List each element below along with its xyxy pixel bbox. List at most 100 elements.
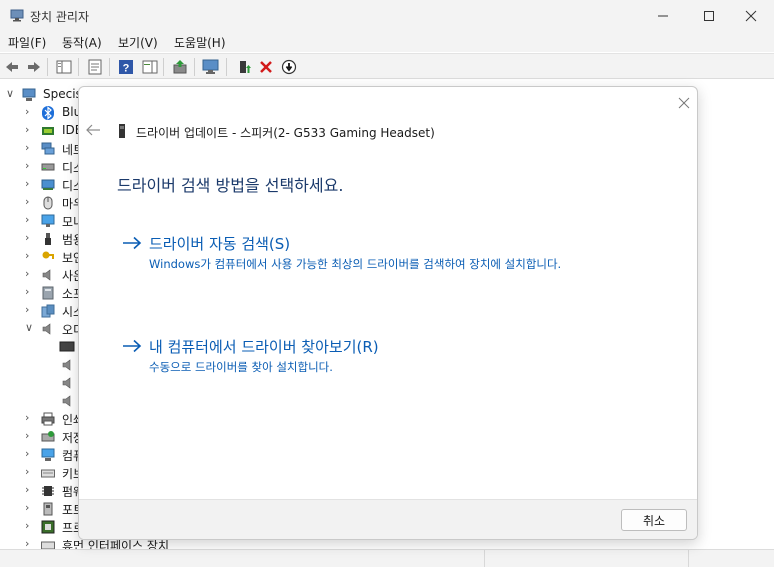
chevron-right-icon[interactable]: › bbox=[25, 177, 29, 190]
dialog-back-button[interactable] bbox=[85, 123, 105, 139]
toolbar-separator bbox=[47, 58, 48, 76]
properties-icon bbox=[88, 59, 102, 75]
dialog-close-button[interactable] bbox=[674, 93, 694, 113]
scan-hardware-button[interactable] bbox=[201, 57, 221, 77]
browse-my-computer-title[interactable]: 내 컴퓨터에서 드라이버 찾아보기(R) bbox=[149, 336, 379, 357]
computer-icon bbox=[22, 88, 36, 101]
toolbar-separator bbox=[163, 58, 164, 76]
forward-button[interactable] bbox=[24, 57, 44, 77]
search-automatically-option[interactable]: 드라이버 자동 검색(S) Windows가 컴퓨터에서 사용 가능한 최상의 … bbox=[117, 233, 617, 289]
scan-hardware-icon bbox=[202, 59, 219, 74]
arrow-right-icon bbox=[123, 339, 142, 353]
search-automatically-description: Windows가 컴퓨터에서 사용 가능한 최상의 드라이버를 검색하여 장치에… bbox=[149, 257, 562, 271]
minimize-button[interactable] bbox=[640, 0, 686, 32]
help-button[interactable]: ? bbox=[116, 57, 136, 77]
arrow-right-icon bbox=[123, 236, 142, 250]
properties-button[interactable] bbox=[85, 57, 105, 77]
computer-icon bbox=[41, 448, 55, 461]
chevron-right-icon[interactable]: › bbox=[25, 303, 29, 316]
browse-my-computer-description: 수동으로 드라이버를 찾아 설치합니다. bbox=[149, 360, 333, 374]
chevron-down-icon[interactable]: ∨ bbox=[25, 321, 33, 334]
chevron-right-icon[interactable]: › bbox=[25, 465, 29, 478]
speaker-icon bbox=[62, 377, 71, 389]
update-driver-button[interactable] bbox=[170, 57, 190, 77]
speaker-icon bbox=[62, 395, 71, 407]
speaker-icon bbox=[42, 323, 51, 335]
menu-action[interactable]: 동작(A) bbox=[62, 34, 102, 51]
search-automatically-title[interactable]: 드라이버 자동 검색(S) bbox=[149, 233, 290, 254]
storage-controller-icon bbox=[41, 431, 55, 442]
action-pane-button[interactable] bbox=[140, 57, 160, 77]
close-window-button[interactable] bbox=[728, 0, 774, 32]
show-hide-tree-button[interactable] bbox=[54, 57, 74, 77]
dialog-heading: 드라이버 검색 방법을 선택하세요. bbox=[117, 176, 344, 195]
menu-bar: 파일(F) 동작(A) 보기(V) 도움말(H) bbox=[0, 32, 774, 52]
firmware-icon bbox=[42, 486, 54, 496]
chevron-right-icon[interactable]: › bbox=[25, 123, 29, 136]
processor-icon bbox=[41, 520, 55, 534]
update-driver-icon bbox=[173, 60, 187, 74]
uninstall-device-button[interactable] bbox=[256, 57, 276, 77]
chevron-right-icon[interactable]: › bbox=[25, 411, 29, 424]
toolbar-separator bbox=[194, 58, 195, 76]
update-driver-dialog: 드라이버 업데이트 - 스피커(2- G533 Gaming Headset) … bbox=[78, 86, 698, 540]
chevron-down-icon[interactable]: ∨ bbox=[6, 87, 14, 100]
back-icon bbox=[6, 62, 18, 72]
printer-icon bbox=[41, 412, 55, 426]
toolbar-separator bbox=[226, 58, 227, 76]
enable-device-icon bbox=[240, 61, 251, 73]
chevron-right-icon[interactable]: › bbox=[25, 159, 29, 172]
svg-text:?: ? bbox=[123, 63, 130, 75]
back-button[interactable] bbox=[2, 57, 22, 77]
chevron-right-icon[interactable]: › bbox=[25, 501, 29, 514]
status-cell bbox=[688, 550, 774, 567]
menu-file[interactable]: 파일(F) bbox=[8, 34, 46, 51]
chevron-right-icon[interactable]: › bbox=[25, 267, 29, 280]
chevron-right-icon[interactable]: › bbox=[25, 249, 29, 262]
menu-help[interactable]: 도움말(H) bbox=[174, 34, 226, 51]
system-device-icon bbox=[41, 304, 55, 318]
headset-device-icon bbox=[119, 124, 125, 138]
device-manager-icon bbox=[10, 9, 24, 22]
disable-icon bbox=[281, 59, 297, 75]
software-device-icon bbox=[42, 286, 54, 300]
back-arrow-icon bbox=[86, 124, 100, 136]
chevron-right-icon[interactable]: › bbox=[25, 213, 29, 226]
speaker-icon bbox=[62, 359, 71, 371]
maximize-button[interactable] bbox=[686, 0, 732, 32]
dialog-title: 드라이버 업데이트 - 스피커(2- G533 Gaming Headset) bbox=[136, 126, 435, 140]
security-key-icon bbox=[42, 251, 54, 259]
close-icon bbox=[745, 10, 757, 22]
disk-drive-icon bbox=[41, 163, 55, 171]
ide-controller-icon bbox=[42, 127, 54, 135]
enable-device-button[interactable] bbox=[234, 57, 254, 77]
uninstall-icon bbox=[260, 61, 272, 73]
chevron-right-icon[interactable]: › bbox=[25, 195, 29, 208]
status-cell bbox=[484, 550, 688, 567]
maximize-icon bbox=[704, 11, 714, 21]
close-icon bbox=[678, 97, 690, 109]
network-adapter-icon bbox=[41, 142, 55, 155]
chevron-right-icon[interactable]: › bbox=[25, 285, 29, 298]
chevron-right-icon[interactable]: › bbox=[25, 105, 29, 118]
toolbar-separator bbox=[109, 58, 110, 76]
menu-view[interactable]: 보기(V) bbox=[118, 34, 158, 51]
chevron-right-icon[interactable]: › bbox=[25, 429, 29, 442]
minimize-icon bbox=[658, 15, 668, 17]
chevron-right-icon[interactable]: › bbox=[25, 483, 29, 496]
status-bar bbox=[0, 549, 774, 567]
chevron-right-icon[interactable]: › bbox=[25, 231, 29, 244]
tree-root-label: Specis bbox=[43, 87, 82, 101]
cancel-button[interactable]: 취소 bbox=[621, 509, 687, 531]
disable-device-button[interactable] bbox=[279, 57, 299, 77]
title-bar: 장치 관리자 bbox=[0, 0, 774, 32]
action-pane-icon bbox=[142, 60, 158, 74]
chevron-right-icon[interactable]: › bbox=[25, 141, 29, 154]
chevron-right-icon[interactable]: › bbox=[25, 447, 29, 460]
display-adapter-icon bbox=[41, 179, 55, 190]
keyboard-icon bbox=[41, 469, 55, 478]
speaker-icon bbox=[42, 269, 51, 281]
mouse-icon bbox=[43, 196, 53, 210]
chevron-right-icon[interactable]: › bbox=[25, 519, 29, 532]
browse-my-computer-option[interactable]: 내 컴퓨터에서 드라이버 찾아보기(R) 수동으로 드라이버를 찾아 설치합니다… bbox=[117, 336, 617, 376]
